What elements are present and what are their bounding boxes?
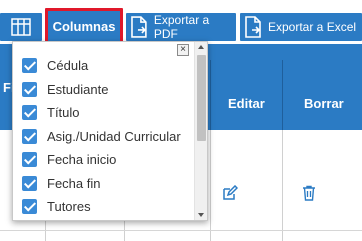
toolbar: Columnas Exportar a PDF Exportar a Excel (0, 0, 362, 45)
export-pdf-button[interactable]: Exportar a PDF (126, 13, 236, 41)
cell-divider (282, 130, 283, 241)
row-divider (0, 230, 362, 231)
trash-icon[interactable] (301, 185, 317, 201)
document-icon (131, 16, 147, 38)
export-pdf-label: Exportar a PDF (153, 13, 210, 41)
column-option-label: Cédula (47, 58, 89, 74)
column-option-label: Asig./Unidad Curricular (47, 128, 181, 144)
checkbox[interactable] (22, 81, 37, 97)
scroll-down-icon[interactable] (198, 213, 204, 217)
column-option-estudiante[interactable]: Estudiante (13, 78, 193, 102)
column-option-label: Tutores (47, 199, 91, 215)
cell-divider (210, 130, 211, 241)
columns-button[interactable]: Columnas (45, 8, 123, 45)
column-option-tutores[interactable]: Tutores (13, 195, 193, 219)
checkbox[interactable] (22, 105, 37, 121)
column-option-fecha-fin[interactable]: Fecha fin (13, 172, 193, 196)
checkbox[interactable] (22, 58, 37, 74)
document-icon (245, 16, 261, 38)
checkbox[interactable] (22, 199, 37, 215)
export-excel-button[interactable]: Exportar a Excel (240, 13, 362, 41)
column-header-delete: Borrar (304, 96, 344, 111)
edit-icon[interactable] (222, 185, 238, 201)
checkbox[interactable] (22, 152, 37, 168)
columns-button-label: Columnas (52, 19, 116, 34)
dropdown-scrollbar[interactable] (194, 42, 207, 220)
column-option-label: Fecha fin (47, 175, 101, 191)
export-excel-label: Exportar a Excel (268, 20, 357, 34)
grid-icon (11, 18, 31, 36)
column-option-label: Estudiante (47, 81, 109, 97)
scroll-thumb[interactable] (197, 55, 206, 141)
column-option-label: Título (47, 105, 80, 121)
column-option-titulo[interactable]: Título (13, 101, 193, 125)
checkbox[interactable] (22, 128, 37, 144)
column-option-cedula[interactable]: Cédula (13, 54, 193, 78)
columns-list: Cédula Estudiante Título Asig./Unidad Cu… (13, 54, 193, 219)
column-option-fecha-inicio[interactable]: Fecha inicio (13, 148, 193, 172)
checkbox[interactable] (22, 175, 37, 191)
column-option-label: Fecha inicio (47, 152, 117, 168)
columns-dropdown: × Cédula Estudiante Título Asig./Unidad … (12, 41, 208, 221)
column-option-asignatura[interactable]: Asig./Unidad Curricular (13, 125, 193, 149)
columns-grid-button[interactable] (0, 13, 42, 41)
scroll-up-icon[interactable] (198, 45, 204, 49)
column-header-edit: Editar (228, 96, 265, 111)
